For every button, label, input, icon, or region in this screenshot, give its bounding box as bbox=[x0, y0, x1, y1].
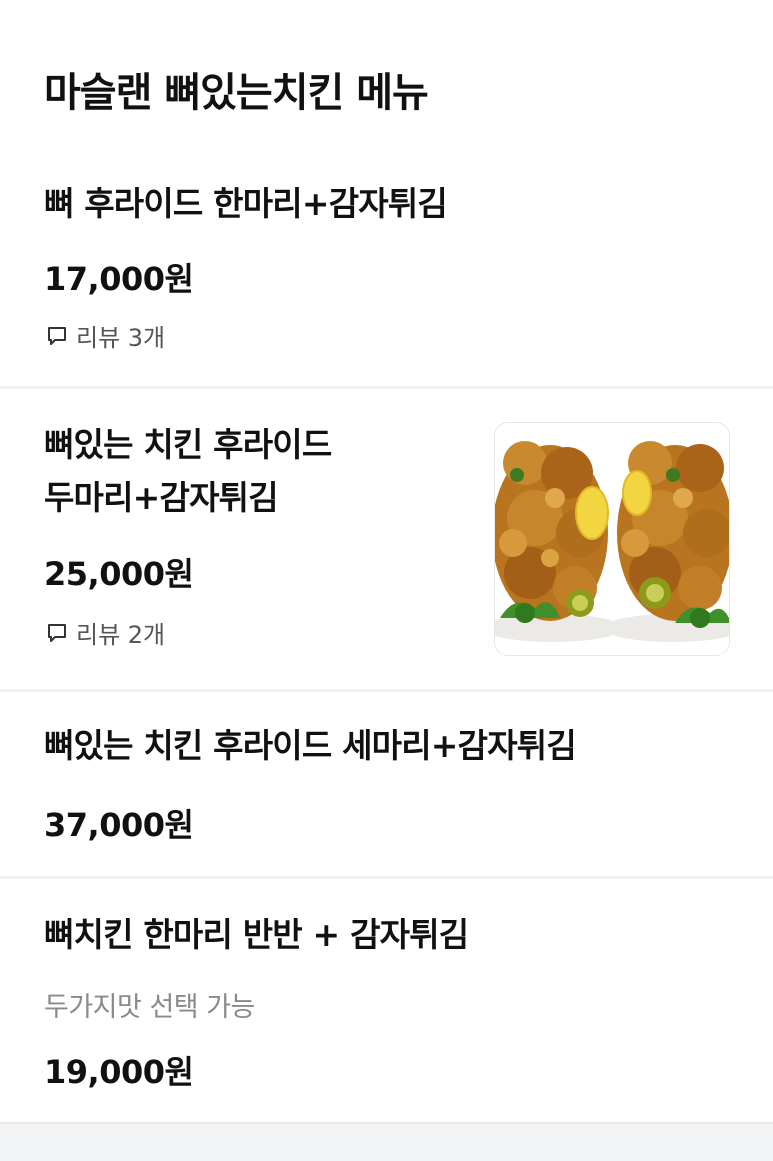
bottom-spacer bbox=[0, 1122, 773, 1161]
review-label: 리뷰 3개 bbox=[76, 324, 166, 352]
item-price: 17,000원 bbox=[44, 260, 194, 298]
review-count: 리뷰 3개 bbox=[46, 318, 165, 353]
section-title: 마슬랜 뼈있는치킨 메뉴 bbox=[44, 70, 429, 116]
item-description: 두가지맛 선택 가능 bbox=[44, 992, 255, 1023]
speech-bubble-icon bbox=[48, 623, 66, 642]
speech-bubble-icon bbox=[48, 326, 66, 345]
item-name: 뼈있는 치킨 후라이드 두마리+감자튀김 bbox=[44, 419, 332, 525]
chicken-image-art bbox=[495, 423, 729, 655]
menu-item-1[interactable]: 뼈 후라이드 한마리+감자튀김 17,000원 리뷰 3개 bbox=[0, 170, 773, 386]
item-name-line-1: 뼈있는 치킨 후라이드 bbox=[44, 425, 332, 464]
item-name: 뼈치킨 한마리 반반 + 감자튀김 bbox=[44, 915, 469, 954]
menu-page: 마슬랜 뼈있는치킨 메뉴 뼈 후라이드 한마리+감자튀김 17,000원 리뷰 … bbox=[0, 0, 773, 1161]
review-count: 리뷰 2개 bbox=[46, 615, 165, 650]
item-price: 37,000원 bbox=[44, 806, 194, 844]
item-name: 뼈 후라이드 한마리+감자튀김 bbox=[44, 184, 448, 223]
item-name: 뼈있는 치킨 후라이드 세마리+감자튀김 bbox=[44, 726, 577, 765]
fried-chicken-photo[interactable] bbox=[494, 422, 730, 656]
item-name-line-2: 두마리+감자튀김 bbox=[44, 477, 279, 517]
menu-item-4[interactable]: 뼈치킨 한마리 반반 + 감자튀김 두가지맛 선택 가능 19,000원 bbox=[0, 879, 773, 1122]
review-label: 리뷰 2개 bbox=[76, 621, 166, 649]
item-price: 25,000원 bbox=[44, 555, 194, 593]
item-price: 19,000원 bbox=[44, 1053, 194, 1091]
menu-item-3[interactable]: 뼈있는 치킨 후라이드 세마리+감자튀김 37,000원 bbox=[0, 692, 773, 876]
